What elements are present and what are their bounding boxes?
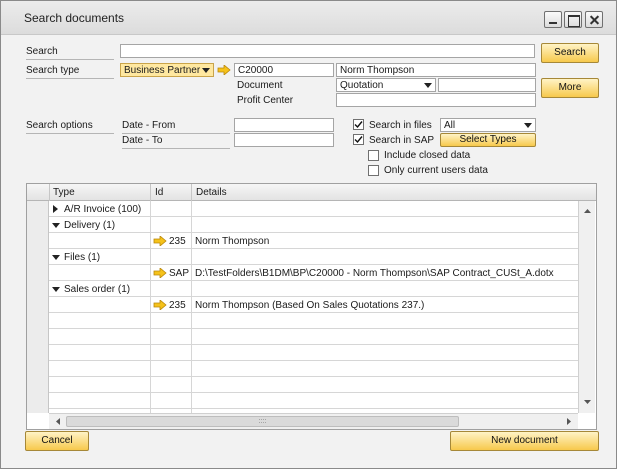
table-row[interactable]: Sales order (1) <box>49 281 578 297</box>
search-type-label: Search type <box>26 65 80 76</box>
dropdown-arrow-icon <box>424 83 432 88</box>
profit-center-input[interactable] <box>336 93 536 107</box>
search-label: Search <box>26 46 58 57</box>
cancel-button[interactable]: Cancel <box>25 431 89 451</box>
collapse-triangle-icon[interactable] <box>52 255 60 260</box>
date-from-underline <box>122 133 230 134</box>
maximize-button[interactable] <box>564 11 582 28</box>
window-title: Search documents <box>24 11 125 25</box>
document-value: Quotation <box>340 80 384 91</box>
date-from-input[interactable] <box>234 118 334 132</box>
scroll-up-icon[interactable] <box>580 203 595 218</box>
results-grid: Type Id Details A/R Invoice (100) Delive… <box>26 183 597 430</box>
search-input[interactable] <box>120 44 535 58</box>
profit-center-label: Profit Center <box>237 95 294 106</box>
table-row[interactable]: SAP D:\TestFolders\B1DM\BP\C20000 - Norm… <box>49 265 578 281</box>
row-type: Delivery (1) <box>64 220 116 231</box>
column-header-type[interactable]: Type <box>53 187 75 198</box>
search-in-files-label: Search in files <box>369 120 432 131</box>
more-button[interactable]: More <box>541 78 599 98</box>
close-button[interactable] <box>585 11 603 28</box>
dropdown-arrow-icon <box>524 123 532 128</box>
link-arrow-icon[interactable] <box>217 65 231 75</box>
date-to-input[interactable] <box>234 133 334 147</box>
row-type: Sales order (1) <box>64 284 131 295</box>
collapse-triangle-icon[interactable] <box>52 287 60 292</box>
search-documents-window: Search documents Search Search Search ty… <box>0 0 617 469</box>
table-row[interactable]: 235 Norm Thompson <box>49 233 578 249</box>
row-details: Norm Thompson (Based On Sales Quotations… <box>195 300 425 311</box>
search-in-sap-checkbox[interactable] <box>353 134 364 145</box>
minimize-button[interactable] <box>544 11 562 28</box>
column-header-id[interactable]: Id <box>155 187 163 198</box>
only-current-users-label: Only current users data <box>384 165 488 176</box>
only-current-users-checkbox[interactable] <box>368 165 379 176</box>
scroll-right-icon[interactable] <box>561 414 576 429</box>
table-row <box>49 345 578 361</box>
row-header-column <box>27 201 49 413</box>
include-closed-checkbox[interactable] <box>368 150 379 161</box>
new-document-button[interactable]: New document <box>450 431 599 451</box>
column-header-details[interactable]: Details <box>196 187 227 198</box>
table-row <box>49 377 578 393</box>
row-id: SAP <box>169 268 190 279</box>
row-details: D:\TestFolders\B1DM\BP\C20000 - Norm Tho… <box>195 268 554 279</box>
search-options-label: Search options <box>26 120 93 131</box>
table-row[interactable]: 235 Norm Thompson (Based On Sales Quotat… <box>49 297 578 313</box>
collapse-triangle-icon[interactable] <box>52 223 60 228</box>
row-type: A/R Invoice (100) <box>64 204 142 215</box>
search-label-underline <box>26 59 114 60</box>
files-filter-value: All <box>444 120 456 131</box>
document-extra-input[interactable] <box>438 78 536 92</box>
column-divider <box>49 184 50 201</box>
document-select[interactable]: Quotation <box>336 78 436 92</box>
scroll-grip: :::: <box>258 418 267 425</box>
row-details: Norm Thompson <box>195 236 270 247</box>
date-to-label: Date - To <box>122 135 163 146</box>
link-arrow-icon[interactable] <box>153 268 167 278</box>
row-id: 235 <box>169 236 186 247</box>
select-types-button[interactable]: Select Types <box>440 133 536 147</box>
row-type: Files (1) <box>64 252 101 263</box>
scroll-left-icon[interactable] <box>51 414 66 429</box>
table-row[interactable]: A/R Invoice (100) <box>49 201 578 217</box>
title-bar: Search documents <box>1 1 616 35</box>
table-row <box>49 313 578 329</box>
table-row <box>49 393 578 409</box>
row-id: 235 <box>169 300 186 311</box>
link-arrow-icon[interactable] <box>153 300 167 310</box>
dropdown-arrow-icon <box>202 68 210 73</box>
table-row <box>49 329 578 345</box>
checkbox-checked-icon <box>354 136 363 144</box>
bp-name-input[interactable]: Norm Thompson <box>336 63 536 77</box>
table-row[interactable]: Delivery (1) <box>49 217 578 233</box>
horizontal-scrollbar[interactable]: :::: <box>49 413 578 429</box>
table-row <box>49 361 578 377</box>
column-divider <box>191 184 192 201</box>
search-in-sap-label: Search in SAP <box>369 135 435 146</box>
search-in-files-checkbox[interactable] <box>353 119 364 130</box>
search-options-underline <box>26 133 114 134</box>
files-filter-select[interactable]: All <box>440 118 536 132</box>
search-button[interactable]: Search <box>541 43 599 63</box>
date-to-underline <box>122 148 230 149</box>
link-arrow-icon[interactable] <box>153 236 167 246</box>
vertical-scrollbar[interactable] <box>578 201 595 413</box>
search-type-select[interactable]: Business Partner <box>120 63 214 77</box>
checkbox-checked-icon <box>354 121 363 129</box>
horizontal-scroll-thumb[interactable]: :::: <box>66 416 459 427</box>
grid-header: Type Id Details <box>27 184 596 201</box>
expand-triangle-icon[interactable] <box>53 205 58 213</box>
search-type-value: Business Partner <box>124 65 201 76</box>
date-from-label: Date - From <box>122 120 176 131</box>
table-row[interactable]: Files (1) <box>49 249 578 265</box>
search-type-underline <box>26 78 114 79</box>
include-closed-label: Include closed data <box>384 150 471 161</box>
scroll-down-icon[interactable] <box>580 395 595 410</box>
document-label: Document <box>237 80 283 91</box>
column-divider <box>150 184 151 201</box>
bp-code-input[interactable]: C20000 <box>234 63 334 77</box>
